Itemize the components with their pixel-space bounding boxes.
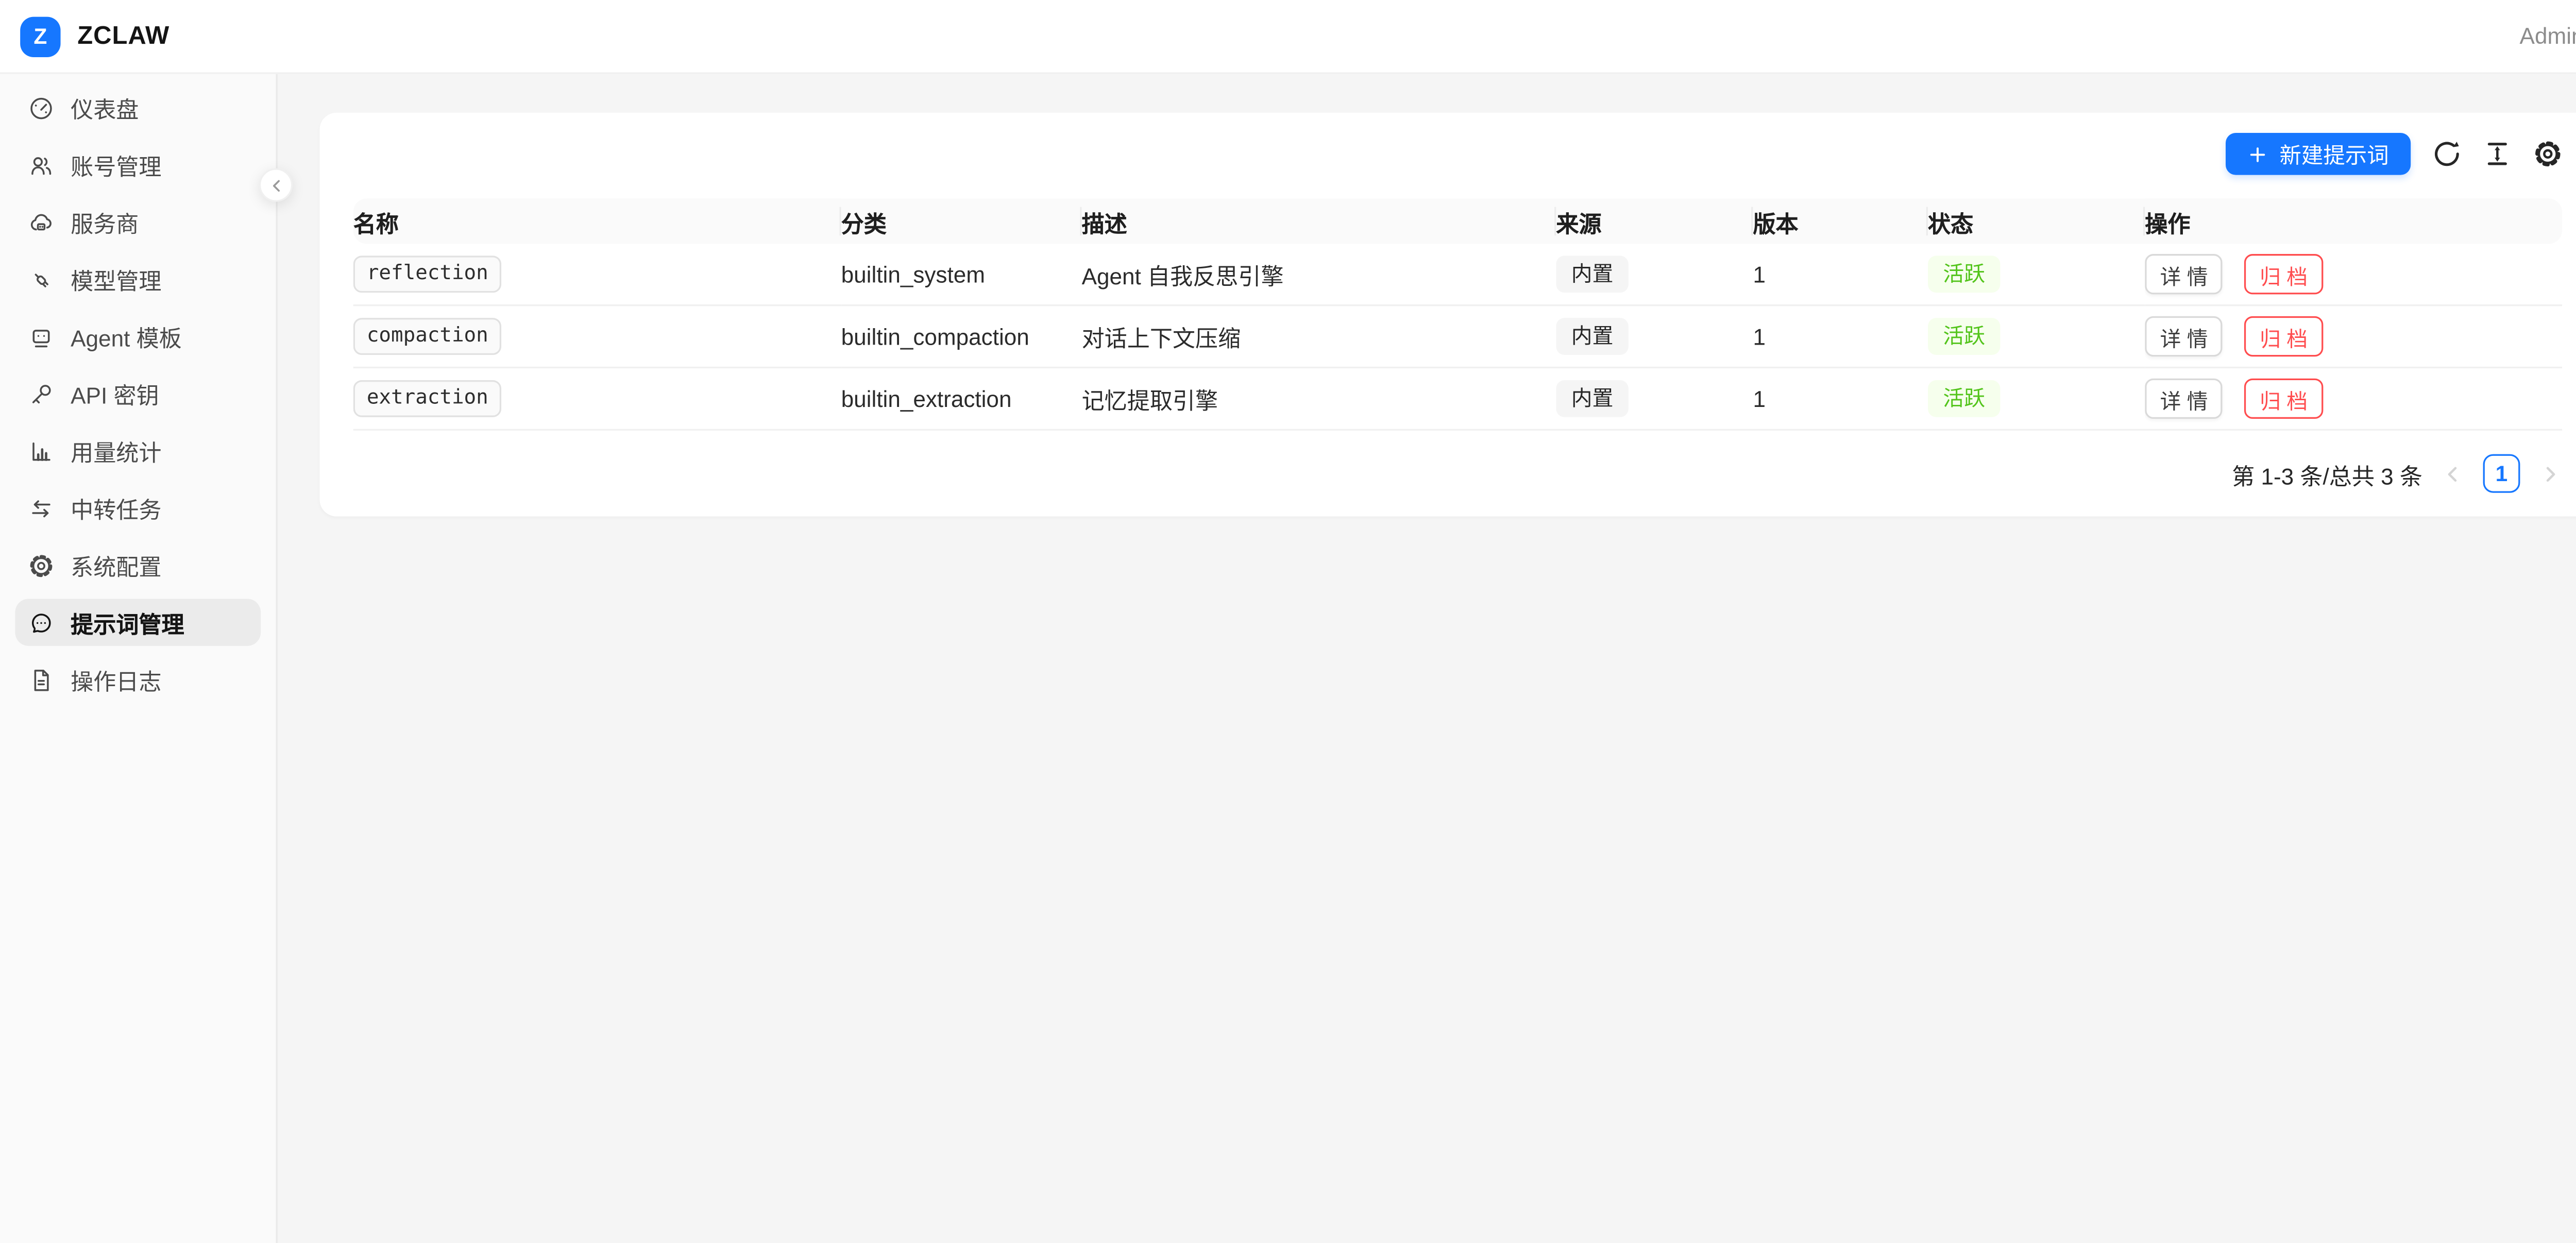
top-bar: Z ZCLAW Admin bbox=[0, 0, 2576, 74]
pagination: 第 1-3 条/总共 3 条 1 bbox=[353, 454, 2562, 493]
page-number-button[interactable]: 1 bbox=[2483, 454, 2520, 493]
column-header-description: 描述 bbox=[1082, 198, 1556, 244]
sidebar-item-label: 服务商 bbox=[71, 205, 139, 239]
app-root: Z ZCLAW Admin 仪表盘 账号管理 服务商 模型管理 bbox=[0, 0, 2576, 1243]
prompt-description: Agent 自我反思引擎 bbox=[1082, 244, 1556, 306]
prompt-category: builtin_compaction bbox=[841, 306, 1082, 368]
prompt-name-tag: extraction bbox=[353, 381, 502, 417]
reload-icon bbox=[2433, 140, 2462, 168]
brand-name: ZCLAW bbox=[77, 22, 170, 50]
sidebar: 仪表盘 账号管理 服务商 模型管理 Agent 模板 API 密钥 bbox=[0, 74, 278, 1243]
gear-icon bbox=[29, 553, 54, 578]
main-layout: 仪表盘 账号管理 服务商 模型管理 Agent 模板 API 密钥 bbox=[0, 74, 2576, 1243]
prompt-version: 1 bbox=[1753, 368, 1928, 431]
detail-button[interactable]: 详 情 bbox=[2145, 254, 2223, 294]
status-badge: 活跃 bbox=[1928, 256, 2000, 293]
sidebar-item-label: Agent 模板 bbox=[71, 319, 182, 353]
column-height-icon bbox=[2483, 140, 2512, 168]
new-prompt-button[interactable]: 新建提示词 bbox=[2226, 133, 2411, 175]
previous-page-button[interactable] bbox=[2441, 462, 2465, 485]
column-settings-button[interactable] bbox=[2534, 140, 2563, 168]
prompt-category: builtin_system bbox=[841, 244, 1082, 306]
column-header-actions: 操作 bbox=[2145, 198, 2562, 244]
document-icon bbox=[29, 667, 54, 692]
prompt-table-card: 新建提示词 bbox=[319, 113, 2576, 517]
sidebar-item-label: 系统配置 bbox=[71, 548, 161, 582]
pagination-summary: 第 1-3 条/总共 3 条 bbox=[2232, 457, 2422, 490]
key-icon bbox=[29, 381, 54, 406]
chevron-left-icon bbox=[2441, 462, 2465, 485]
content-area: 新建提示词 bbox=[278, 74, 2576, 1243]
sidebar-item-label: 中转任务 bbox=[71, 491, 161, 524]
sidebar-item-label: 提示词管理 bbox=[71, 606, 184, 639]
column-header-status: 状态 bbox=[1928, 198, 2145, 244]
status-badge: 活跃 bbox=[1928, 380, 2000, 417]
prompt-table: 名称 分类 描述 来源 版本 状态 操作 reflection builtin_ bbox=[353, 198, 2562, 431]
sidebar-collapse-button[interactable] bbox=[259, 168, 293, 202]
prompt-version: 1 bbox=[1753, 306, 1928, 368]
source-badge: 内置 bbox=[1556, 380, 1628, 417]
brand: Z ZCLAW bbox=[20, 16, 170, 56]
status-badge: 活跃 bbox=[1928, 318, 2000, 355]
swap-arrows-icon bbox=[29, 496, 54, 521]
archive-button[interactable]: 归 档 bbox=[2245, 254, 2323, 294]
chat-bubble-icon bbox=[29, 610, 54, 635]
prompt-name-tag: compaction bbox=[353, 318, 502, 355]
plug-icon bbox=[29, 267, 54, 292]
plus-icon bbox=[2247, 144, 2267, 164]
table-row: reflection builtin_system Agent 自我反思引擎 内… bbox=[353, 244, 2562, 306]
bar-chart-icon bbox=[29, 438, 54, 464]
prompt-name-tag: reflection bbox=[353, 256, 502, 293]
sidebar-item-label: 账号管理 bbox=[71, 148, 161, 181]
source-badge: 内置 bbox=[1556, 256, 1628, 293]
table-row: extraction builtin_extraction 记忆提取引擎 内置 … bbox=[353, 368, 2562, 431]
cloud-server-icon bbox=[29, 210, 54, 235]
sidebar-item-label: API 密钥 bbox=[71, 377, 159, 410]
prompt-category: builtin_extraction bbox=[841, 368, 1082, 431]
sidebar-item-label: 仪表盘 bbox=[71, 91, 139, 124]
chevron-left-icon bbox=[267, 176, 285, 194]
chevron-right-icon bbox=[2538, 462, 2562, 485]
users-icon bbox=[29, 152, 54, 178]
archive-button[interactable]: 归 档 bbox=[2245, 316, 2323, 356]
sidebar-item-providers[interactable]: 服务商 bbox=[15, 198, 261, 245]
sidebar-item-models[interactable]: 模型管理 bbox=[15, 256, 261, 302]
archive-button[interactable]: 归 档 bbox=[2245, 379, 2323, 419]
detail-button[interactable]: 详 情 bbox=[2145, 316, 2223, 356]
sidebar-item-label: 用量统计 bbox=[71, 434, 161, 467]
prompt-description: 记忆提取引擎 bbox=[1082, 368, 1556, 431]
sidebar-item-prompt-management[interactable]: 提示词管理 bbox=[15, 599, 261, 645]
density-button[interactable] bbox=[2483, 140, 2512, 168]
prompt-version: 1 bbox=[1753, 244, 1928, 306]
sidebar-item-api-keys[interactable]: API 密钥 bbox=[15, 370, 261, 417]
next-page-button[interactable] bbox=[2538, 462, 2562, 485]
gauge-icon bbox=[29, 95, 54, 120]
refresh-button[interactable] bbox=[2433, 140, 2462, 168]
sidebar-item-accounts[interactable]: 账号管理 bbox=[15, 141, 261, 188]
table-header-row: 名称 分类 描述 来源 版本 状态 操作 bbox=[353, 198, 2562, 244]
sidebar-item-system-config[interactable]: 系统配置 bbox=[15, 541, 261, 588]
source-badge: 内置 bbox=[1556, 318, 1628, 355]
sidebar-item-operation-logs[interactable]: 操作日志 bbox=[15, 656, 261, 703]
sidebar-item-usage-stats[interactable]: 用量统计 bbox=[15, 427, 261, 474]
user-menu[interactable]: Admin bbox=[2520, 24, 2576, 49]
column-header-source: 来源 bbox=[1556, 198, 1753, 244]
table-row: compaction builtin_compaction 对话上下文压缩 内置… bbox=[353, 306, 2562, 368]
gear-icon bbox=[2534, 140, 2563, 168]
detail-button[interactable]: 详 情 bbox=[2145, 379, 2223, 419]
sidebar-item-relay-tasks[interactable]: 中转任务 bbox=[15, 484, 261, 531]
column-header-name: 名称 bbox=[353, 198, 841, 244]
sidebar-item-label: 模型管理 bbox=[71, 262, 161, 296]
sidebar-item-agent-templates[interactable]: Agent 模板 bbox=[15, 313, 261, 360]
sidebar-item-dashboard[interactable]: 仪表盘 bbox=[15, 84, 261, 131]
column-header-version: 版本 bbox=[1753, 198, 1928, 244]
table-toolbar: 新建提示词 bbox=[353, 133, 2562, 175]
column-header-category: 分类 bbox=[841, 198, 1082, 244]
robot-icon bbox=[29, 324, 54, 349]
prompt-description: 对话上下文压缩 bbox=[1082, 306, 1556, 368]
app-logo: Z bbox=[20, 16, 60, 56]
sidebar-item-label: 操作日志 bbox=[71, 663, 161, 696]
